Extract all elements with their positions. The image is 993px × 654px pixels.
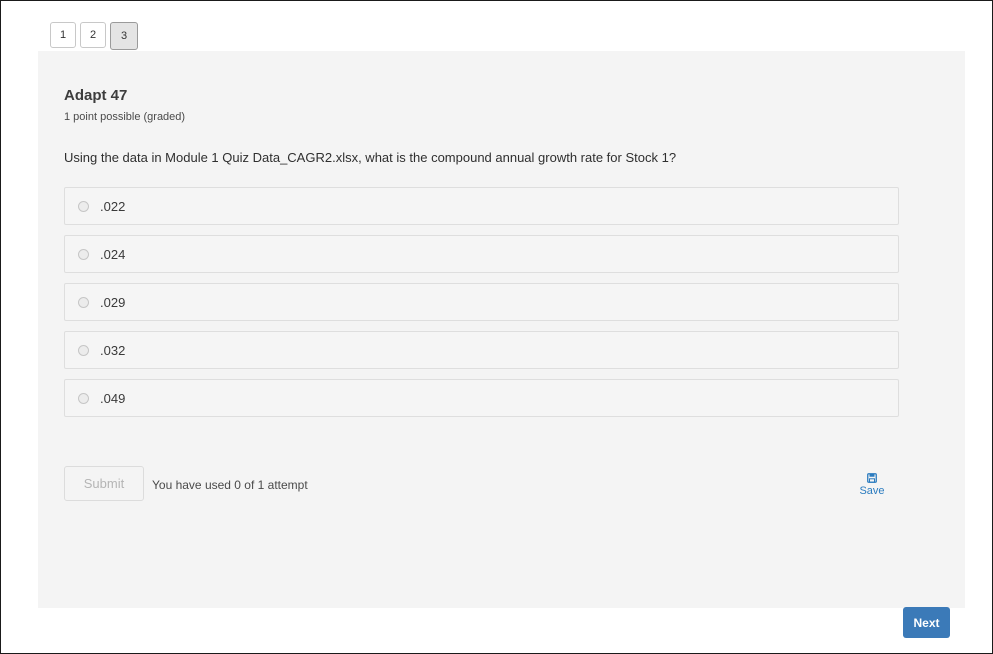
radio-button[interactable] xyxy=(78,200,89,212)
option-row[interactable]: .032 xyxy=(64,331,899,369)
next-button[interactable]: Next xyxy=(903,607,950,638)
radio-button[interactable] xyxy=(78,392,89,404)
radio-button[interactable] xyxy=(78,248,89,260)
floppy-disk-icon xyxy=(867,473,877,483)
tab-2[interactable]: 2 xyxy=(80,22,106,48)
problem-panel: Adapt 47 1 point possible (graded) Using… xyxy=(38,51,965,608)
tab-3[interactable]: 3 xyxy=(110,22,138,50)
points-possible: 1 point possible (graded) xyxy=(64,111,186,123)
question-text: Using the data in Module 1 Quiz Data_CAG… xyxy=(64,150,677,165)
option-row[interactable]: .049 xyxy=(64,379,899,417)
answer-options: .022 .024 .029 .032 .049 xyxy=(64,187,899,427)
page-frame: 1 2 3 Adapt 47 1 point possible (graded)… xyxy=(0,0,993,654)
attempts-text: You have used 0 of 1 attempt xyxy=(152,478,308,492)
option-label: .029 xyxy=(100,294,126,310)
radio-button[interactable] xyxy=(78,296,89,308)
tab-1[interactable]: 1 xyxy=(50,22,76,48)
save-label: Save xyxy=(859,485,885,497)
problem-tabs: 1 2 3 xyxy=(50,22,138,50)
option-row[interactable]: .029 xyxy=(64,283,899,321)
option-label: .022 xyxy=(100,198,126,214)
option-row[interactable]: .024 xyxy=(64,235,899,273)
submit-button[interactable]: Submit xyxy=(64,466,144,501)
option-label: .024 xyxy=(100,246,126,262)
problem-title: Adapt 47 xyxy=(64,87,128,104)
save-button[interactable]: Save xyxy=(853,473,891,497)
option-row[interactable]: .022 xyxy=(64,187,899,225)
option-label: .032 xyxy=(100,342,126,358)
option-label: .049 xyxy=(100,390,126,406)
radio-button[interactable] xyxy=(78,344,89,356)
